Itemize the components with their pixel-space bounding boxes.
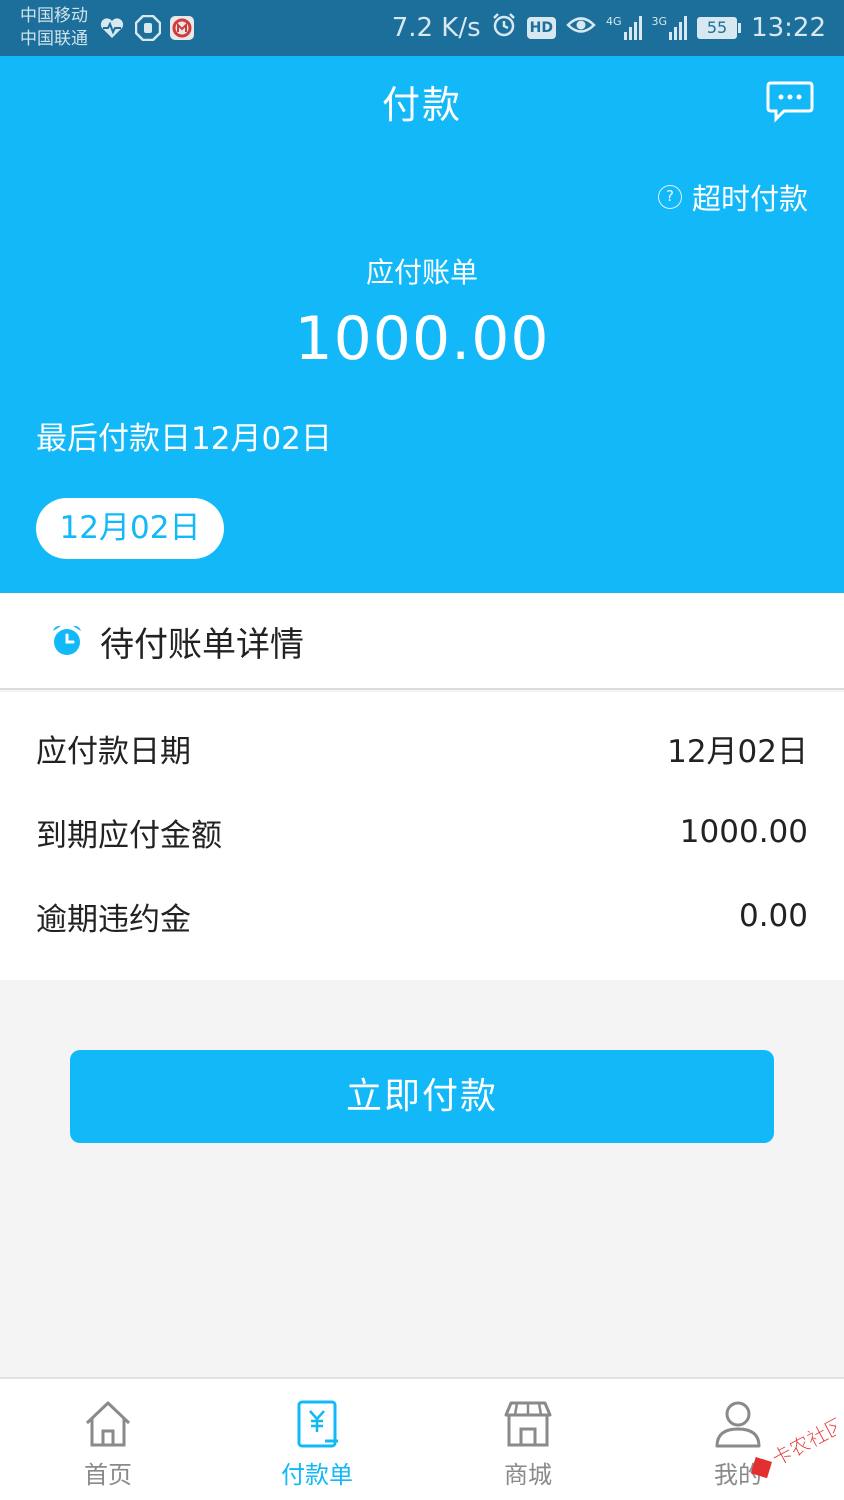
home-icon (85, 1401, 131, 1447)
watermark-icon: 卡农社区 (750, 1412, 844, 1479)
bill-amount: 1000.00 (294, 304, 550, 374)
overtime-payment-label: 超时付款 (691, 182, 808, 216)
heart-pulse-icon (98, 14, 126, 42)
alarm-clock-icon (53, 625, 81, 655)
eye-icon (566, 13, 596, 43)
carrier-info: 中国移动 中国联通 (20, 5, 88, 51)
detail-value: 1000.00 (679, 814, 808, 850)
detail-row-due-date: 应付款日期 12月02日 (36, 723, 808, 773)
due-date-pill[interactable]: 12月02日 (36, 498, 224, 559)
watermark-text: 卡农社区 (768, 1412, 836, 1471)
nav-label: 首页 (84, 1461, 132, 1489)
bottom-nav: 首页 付款单 商城 我的 (0, 1377, 844, 1500)
store-icon (504, 1401, 552, 1447)
detail-label: 逾期违约金 (36, 901, 191, 938)
network-1-label: 4G (606, 15, 622, 28)
nav-item-home[interactable]: 首页 (38, 1379, 178, 1500)
payment-header: 付款 ? 超时付款 应付账单 1000.00 最后付款日12月02日 12月02… (0, 56, 844, 593)
detail-row-late-fee: 逾期违约金 0.00 (36, 891, 808, 941)
bill-details-header: 待付账单详情 (0, 593, 844, 690)
message-button[interactable] (766, 80, 814, 124)
signal-icon: 3G (652, 16, 688, 40)
detail-row-amount-due: 到期应付金额 1000.00 (36, 807, 808, 857)
bill-details-list: 应付款日期 12月02日 到期应付金额 1000.00 逾期违约金 0.00 (0, 692, 844, 980)
net-speed: 7.2 K/s (391, 13, 481, 43)
network-2-label: 3G (651, 15, 668, 28)
carrier-2: 中国联通 (20, 29, 88, 49)
detail-label: 应付款日期 (36, 733, 191, 770)
page-title: 付款 (381, 83, 462, 127)
nav-label: 付款单 (281, 1461, 353, 1489)
stop-hand-icon (134, 14, 162, 42)
overtime-payment-link[interactable]: ? 超时付款 (657, 176, 808, 218)
status-bar: 中国移动 中国联通 7.2 K/s HD 4G 3G 55 13:22 (0, 0, 844, 56)
signal-icon: 4G (606, 16, 642, 40)
nav-item-store[interactable]: 商城 (458, 1379, 598, 1500)
status-right: 7.2 K/s HD 4G 3G 55 13:22 (392, 10, 826, 46)
battery-icon: 55 (697, 17, 742, 39)
last-pay-day: 最后付款日12月02日 (36, 421, 332, 457)
battery-level: 55 (697, 17, 738, 39)
detail-value: 0.00 (738, 898, 808, 934)
section-title: 待付账单详情 (100, 625, 304, 665)
detail-label: 到期应付金额 (36, 817, 222, 854)
watermark-logo: 卡农社区 (736, 1410, 844, 1490)
nav-label: 商城 (504, 1461, 552, 1489)
bill-label: 应付账单 (365, 256, 478, 289)
hd-icon: HD (526, 17, 556, 39)
carrier-1: 中国移动 (20, 6, 88, 26)
bank-logo-icon (168, 14, 196, 42)
help-icon: ? (657, 185, 682, 209)
chat-bubble-icon (766, 81, 814, 123)
clock-time: 13:22 (751, 13, 826, 43)
pay-now-button[interactable]: 立即付款 (70, 1050, 774, 1143)
alarm-icon (491, 12, 517, 45)
nav-item-payment-bill[interactable]: 付款单 (247, 1379, 387, 1500)
detail-value: 12月02日 (667, 733, 808, 770)
payment-bill-icon (297, 1400, 338, 1448)
